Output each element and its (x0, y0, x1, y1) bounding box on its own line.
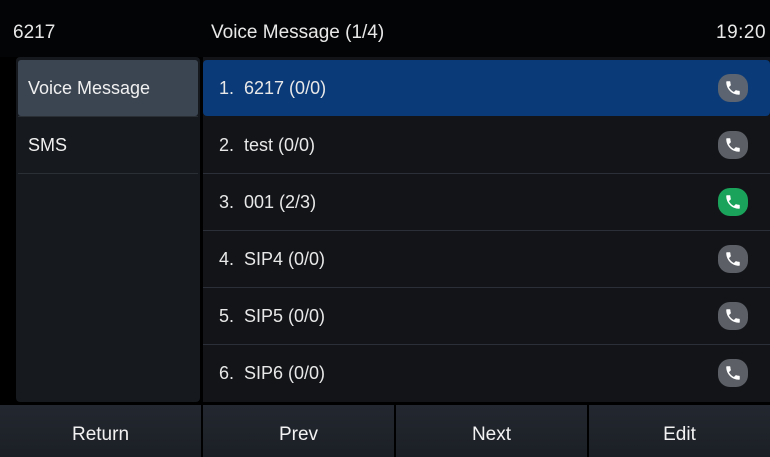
clock: 19:20 (716, 22, 767, 43)
edit-button[interactable]: Edit (589, 405, 770, 457)
call-button[interactable] (718, 188, 748, 216)
list-item-label: 3. 001 (2/3) (219, 192, 317, 212)
list-item-label: 4. SIP4 (0/0) (219, 249, 326, 269)
voice-message-list: 1. 6217 (0/0) 2. test (0/0) 3. 001 (2/3) (203, 57, 770, 402)
phone-icon (726, 138, 740, 152)
list-item[interactable]: 5. SIP5 (0/0) (203, 288, 770, 344)
list-item-label: 2. test (0/0) (219, 135, 316, 155)
list-item[interactable]: 6. SIP6 (0/0) (203, 345, 770, 401)
next-button[interactable]: Next (396, 405, 587, 457)
list-item[interactable]: 1. 6217 (0/0) (203, 60, 770, 116)
phone-icon (726, 252, 740, 266)
sidebar-item-label: Voice Message (28, 78, 151, 98)
list-item[interactable]: 2. test (0/0) (203, 117, 770, 173)
list-item[interactable]: 3. 001 (2/3) (203, 174, 770, 230)
call-button[interactable] (718, 302, 748, 330)
sidebar: Voice Message SMS (16, 57, 200, 402)
list-item-label: 1. 6217 (0/0) (219, 78, 327, 98)
call-button[interactable] (718, 131, 748, 159)
edit-button-label: Edit (663, 424, 696, 445)
list-item-label: 5. SIP5 (0/0) (219, 306, 326, 326)
title-bar: 6217 Voice Message (1/4) 19:20 (0, 0, 770, 57)
sidebar-item-sms[interactable]: SMS (18, 117, 198, 173)
sidebar-item-voice-message[interactable]: Voice Message (18, 60, 198, 116)
softkey-bar: Return Prev Next Edit (0, 405, 770, 457)
phone-icon (726, 195, 740, 209)
prev-button[interactable]: Prev (203, 405, 394, 457)
next-button-label: Next (471, 424, 512, 445)
return-button-label: Return (71, 424, 130, 445)
call-button[interactable] (718, 74, 748, 102)
phone-screen: 6217 Voice Message (1/4) 19:20 Voice Mes… (0, 0, 770, 457)
call-button[interactable] (718, 245, 748, 273)
phone-icon (726, 81, 740, 95)
sidebar-item-label: SMS (28, 135, 68, 155)
phone-icon (726, 366, 740, 380)
list-item[interactable]: 4. SIP4 (0/0) (203, 231, 770, 287)
phone-icon (726, 309, 740, 323)
prev-button-label: Prev (278, 424, 319, 445)
return-button[interactable]: Return (0, 405, 201, 457)
list-item-label: 6. SIP6 (0/0) (219, 363, 326, 383)
page-title: Voice Message (1/4) (211, 22, 385, 43)
call-button[interactable] (718, 359, 748, 387)
divider (18, 173, 198, 174)
account-label: 6217 (13, 22, 56, 43)
